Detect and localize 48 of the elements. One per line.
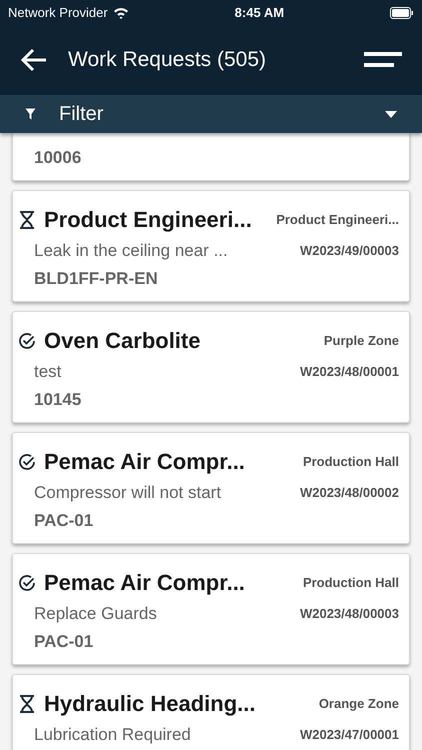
request-card[interactable]: 10006 bbox=[12, 133, 410, 181]
menu-icon bbox=[364, 51, 402, 69]
check-circle-icon bbox=[18, 574, 36, 592]
request-number: W2023/48/00003 bbox=[300, 605, 399, 623]
asset-code: PAC-01 bbox=[34, 632, 94, 650]
check-circle-icon bbox=[18, 452, 36, 470]
request-title: Oven Carbolite bbox=[44, 327, 200, 355]
zone-label: Product Engineeri... bbox=[276, 210, 399, 229]
request-card[interactable]: Pemac Air Compr... Production Hall Replace Guards W2023/48/00003 PAC-01 bbox=[12, 553, 410, 665]
page-title: Work Requests (505) bbox=[68, 47, 266, 74]
filter-bar[interactable]: Filter bbox=[0, 95, 422, 133]
request-description: Lubrication Required bbox=[34, 724, 191, 746]
request-description: test bbox=[34, 361, 62, 383]
request-number: W2023/47/00001 bbox=[300, 726, 399, 744]
request-description: Compressor will not start bbox=[34, 482, 222, 504]
request-card[interactable]: Product Engineeri... Product Engineeri... Leak in the ceiling near ... W2023/49/00003 BLD1FF-PR-EN bbox=[12, 190, 410, 302]
request-title: Pemac Air Compr... bbox=[44, 448, 245, 476]
zone-label: Production Hall bbox=[302, 574, 399, 592]
asset-code: 10145 bbox=[34, 390, 82, 408]
request-number: W2023/48/00002 bbox=[300, 484, 399, 502]
wifi-icon bbox=[112, 6, 129, 18]
request-card[interactable]: Pemac Air Compr... Production Hall Compressor will not start W2023/48/00002 PAC-01 bbox=[12, 432, 410, 544]
clock-time: 8:45 AM bbox=[234, 4, 284, 22]
back-arrow-icon bbox=[20, 48, 48, 72]
request-card[interactable]: Oven Carbolite Purple Zone test W2023/48/00001 10145 bbox=[12, 311, 410, 423]
filter-icon bbox=[25, 108, 36, 120]
request-title: Hydraulic Heading... bbox=[44, 690, 256, 718]
asset-code: PAC-01 bbox=[34, 510, 94, 530]
hourglass-icon bbox=[18, 694, 36, 714]
sort-menu-button[interactable] bbox=[364, 51, 402, 69]
back-button[interactable] bbox=[20, 48, 48, 72]
asset-code: 10006 bbox=[34, 148, 82, 167]
check-circle-icon bbox=[18, 332, 36, 350]
zone-label: Production Hall bbox=[302, 452, 399, 471]
request-title: Pemac Air Compr... bbox=[44, 569, 245, 597]
asset-code: BLD1FF-PR-EN bbox=[34, 268, 158, 288]
request-description: Leak in the ceiling near ... bbox=[34, 240, 228, 262]
request-number: W2023/49/00003 bbox=[300, 242, 399, 260]
request-number: W2023/48/00001 bbox=[300, 363, 399, 381]
request-description: Replace Guards bbox=[34, 603, 157, 625]
dropdown-caret-icon bbox=[385, 110, 397, 118]
request-card[interactable]: Hydraulic Heading... Orange Zone Lubrication Required W2023/47/00001 bbox=[12, 674, 410, 750]
zone-label: Purple Zone bbox=[324, 332, 399, 350]
request-title: Product Engineeri... bbox=[44, 206, 252, 234]
battery-icon bbox=[390, 6, 414, 18]
carrier-label: Network Provider bbox=[8, 4, 108, 22]
hourglass-icon bbox=[18, 210, 36, 230]
zone-label: Orange Zone bbox=[318, 694, 399, 713]
